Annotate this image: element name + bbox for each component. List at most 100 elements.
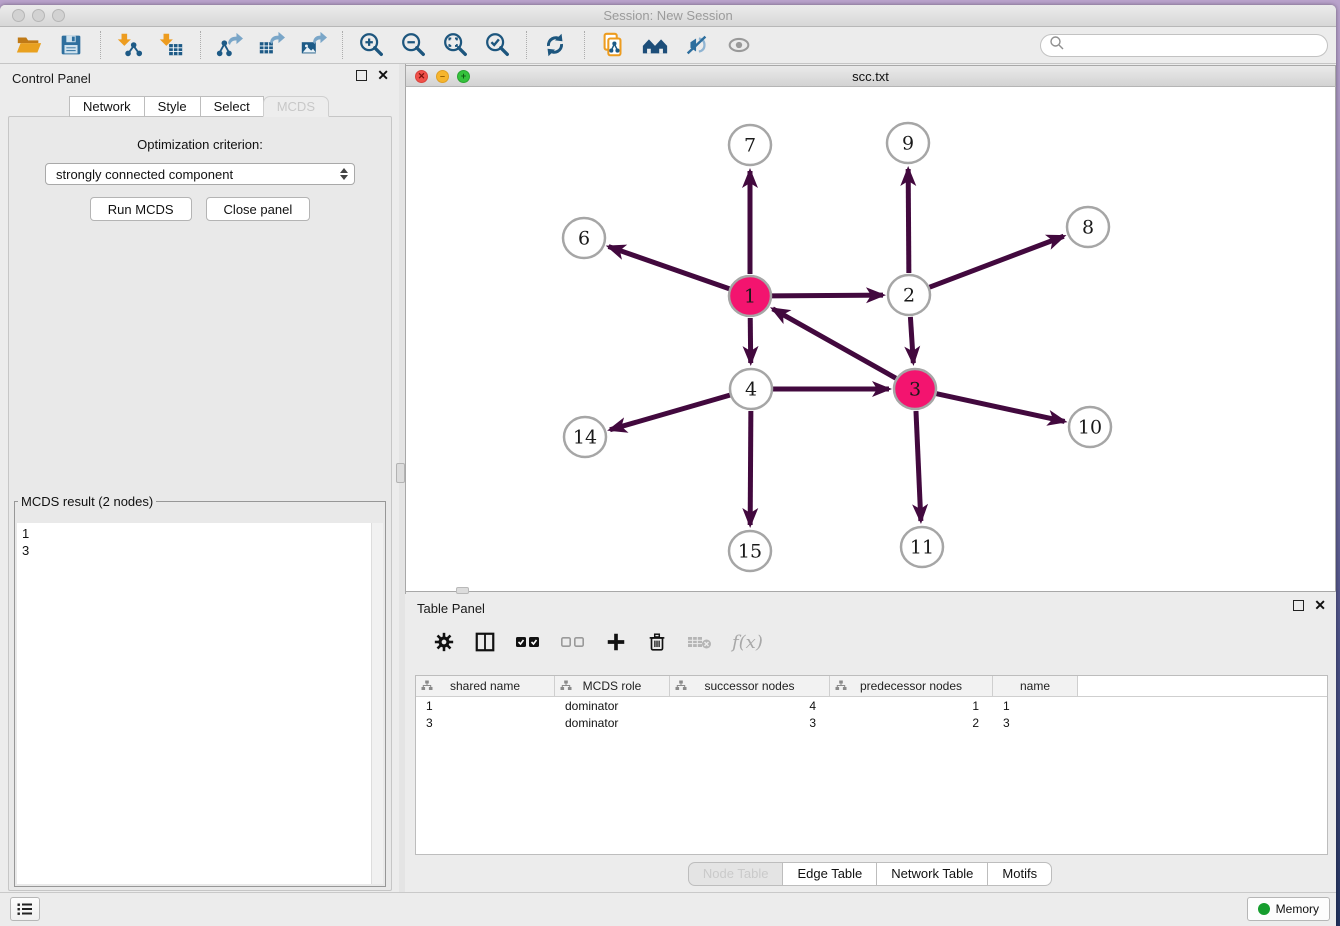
hide-selected-icon[interactable] <box>680 30 714 60</box>
graph-node-1[interactable]: 1 <box>729 276 771 316</box>
graph-edge-4-15[interactable] <box>750 411 751 525</box>
select-stepper-icon <box>340 168 348 180</box>
add-column-icon[interactable] <box>605 631 627 653</box>
tab-network[interactable]: Network <box>69 96 145 117</box>
cell-mcds-role[interactable]: dominator <box>555 699 670 713</box>
close-panel-button[interactable]: Close panel <box>206 197 311 221</box>
graph-edge-4-14[interactable] <box>610 395 730 430</box>
graph-edge-2-8[interactable] <box>930 236 1064 287</box>
zoom-selected-icon[interactable] <box>480 30 514 60</box>
tab-mcds[interactable]: MCDS <box>263 96 329 117</box>
column-header-mcds-role[interactable]: MCDS role <box>555 676 670 696</box>
graph-node-10[interactable]: 10 <box>1069 407 1111 447</box>
graph-node-label: 14 <box>573 427 597 449</box>
export-table-icon[interactable] <box>254 30 288 60</box>
tab-edge-table[interactable]: Edge Table <box>782 862 877 886</box>
float-table-panel-icon[interactable] <box>1293 600 1304 611</box>
function-builder-icon[interactable]: f(x) <box>732 632 763 653</box>
delete-table-icon[interactable] <box>687 633 713 651</box>
mcds-result-area[interactable]: 1 3 <box>17 523 383 884</box>
graph-node-3[interactable]: 3 <box>894 369 936 409</box>
memory-button[interactable]: Memory <box>1247 897 1330 921</box>
column-header-name[interactable]: name <box>993 676 1078 696</box>
graph-node-7[interactable]: 7 <box>729 125 771 165</box>
export-network-icon[interactable] <box>212 30 246 60</box>
tab-motifs[interactable]: Motifs <box>987 862 1052 886</box>
graph-edge-3-10[interactable] <box>936 394 1064 422</box>
zoom-fit-icon[interactable] <box>438 30 472 60</box>
main-area: Control Panel ✕ NetworkStyleSelectMCDS O… <box>0 64 1336 926</box>
graph-edge-3-11[interactable] <box>916 411 921 521</box>
save-session-icon[interactable] <box>54 30 88 60</box>
gear-icon[interactable] <box>433 631 455 653</box>
cell-shared-name[interactable]: 1 <box>416 699 555 713</box>
control-panel-header: Control Panel ✕ <box>0 64 399 92</box>
refresh-icon[interactable] <box>538 30 572 60</box>
graph-edge-1-6[interactable] <box>609 247 730 289</box>
graph-node-14[interactable]: 14 <box>564 417 606 457</box>
cell-successor-nodes[interactable]: 4 <box>670 699 830 713</box>
cell-successor-nodes[interactable]: 3 <box>670 716 830 730</box>
criterion-select[interactable]: strongly connected component <box>45 163 355 185</box>
graph-node-label: 2 <box>903 285 915 307</box>
cell-shared-name[interactable]: 3 <box>416 716 555 730</box>
cell-name[interactable]: 1 <box>993 699 1078 713</box>
search-input[interactable] <box>1040 34 1328 57</box>
table-toolbar: f(x) <box>405 620 1336 664</box>
mcds-result-text: 1 3 <box>22 525 29 559</box>
memory-label: Memory <box>1276 902 1319 916</box>
graph-edge-1-2[interactable] <box>772 295 883 296</box>
graph-node-9[interactable]: 9 <box>887 123 929 163</box>
app-title: Session: New Session <box>0 8 1336 23</box>
network-graph[interactable]: 7 9 6 8 1 2 4 3 14 10 15 11 <box>406 87 1335 591</box>
deselect-all-icon[interactable] <box>560 634 586 650</box>
float-panel-icon[interactable] <box>356 70 367 81</box>
import-network-icon[interactable] <box>112 30 146 60</box>
clone-network-icon[interactable] <box>596 30 630 60</box>
eye-icon[interactable] <box>722 30 756 60</box>
zoom-out-icon[interactable] <box>396 30 430 60</box>
graph-node-label: 4 <box>745 379 757 401</box>
houses-icon[interactable] <box>638 30 672 60</box>
horizontal-splitter-grip[interactable] <box>456 587 469 594</box>
cell-predecessor-nodes[interactable]: 2 <box>830 716 993 730</box>
search-icon <box>1049 35 1065 56</box>
close-panel-icon[interactable]: ✕ <box>377 70 389 81</box>
graph-edge-2-9[interactable] <box>908 169 909 273</box>
table-row[interactable]: 3dominator323 <box>416 714 1327 731</box>
graph-node-4[interactable]: 4 <box>730 369 772 409</box>
select-all-icon[interactable] <box>515 634 541 650</box>
graph-node-11[interactable]: 11 <box>901 527 943 567</box>
network-canvas[interactable]: 7 9 6 8 1 2 4 3 14 10 15 11 <box>405 87 1336 592</box>
graph-node-6[interactable]: 6 <box>563 218 605 258</box>
graph-edge-3-1[interactable] <box>773 309 896 378</box>
tab-style[interactable]: Style <box>144 96 201 117</box>
tab-network-table[interactable]: Network Table <box>876 862 988 886</box>
run-mcds-button[interactable]: Run MCDS <box>90 197 192 221</box>
zoom-in-icon[interactable] <box>354 30 388 60</box>
graph-edge-2-3[interactable] <box>910 317 913 363</box>
graph-node-15[interactable]: 15 <box>729 531 771 571</box>
open-session-icon[interactable] <box>12 30 46 60</box>
cell-mcds-role[interactable]: dominator <box>555 716 670 730</box>
table-row[interactable]: 1dominator411 <box>416 697 1327 714</box>
column-header-shared-name[interactable]: shared name <box>416 676 555 696</box>
close-table-panel-icon[interactable]: ✕ <box>1314 600 1326 611</box>
graph-node-2[interactable]: 2 <box>888 275 930 315</box>
column-header-predecessor-nodes[interactable]: predecessor nodes <box>830 676 993 696</box>
vertical-splitter-grip[interactable] <box>396 463 405 483</box>
split-panel-icon[interactable] <box>474 631 496 653</box>
task-history-button[interactable] <box>10 897 40 921</box>
cell-name[interactable]: 3 <box>993 716 1078 730</box>
cell-predecessor-nodes[interactable]: 1 <box>830 699 993 713</box>
import-table-icon[interactable] <box>154 30 188 60</box>
delete-column-icon[interactable] <box>646 631 668 653</box>
tab-node-table[interactable]: Node Table <box>688 862 784 886</box>
result-scrollbar[interactable] <box>371 523 383 884</box>
graph-node-label: 8 <box>1082 217 1094 239</box>
tab-select[interactable]: Select <box>200 96 264 117</box>
mcds-result-group: MCDS result (2 nodes) 1 3 <box>14 494 386 887</box>
export-image-icon[interactable] <box>296 30 330 60</box>
graph-node-8[interactable]: 8 <box>1067 207 1109 247</box>
column-header-successor-nodes[interactable]: successor nodes <box>670 676 830 696</box>
